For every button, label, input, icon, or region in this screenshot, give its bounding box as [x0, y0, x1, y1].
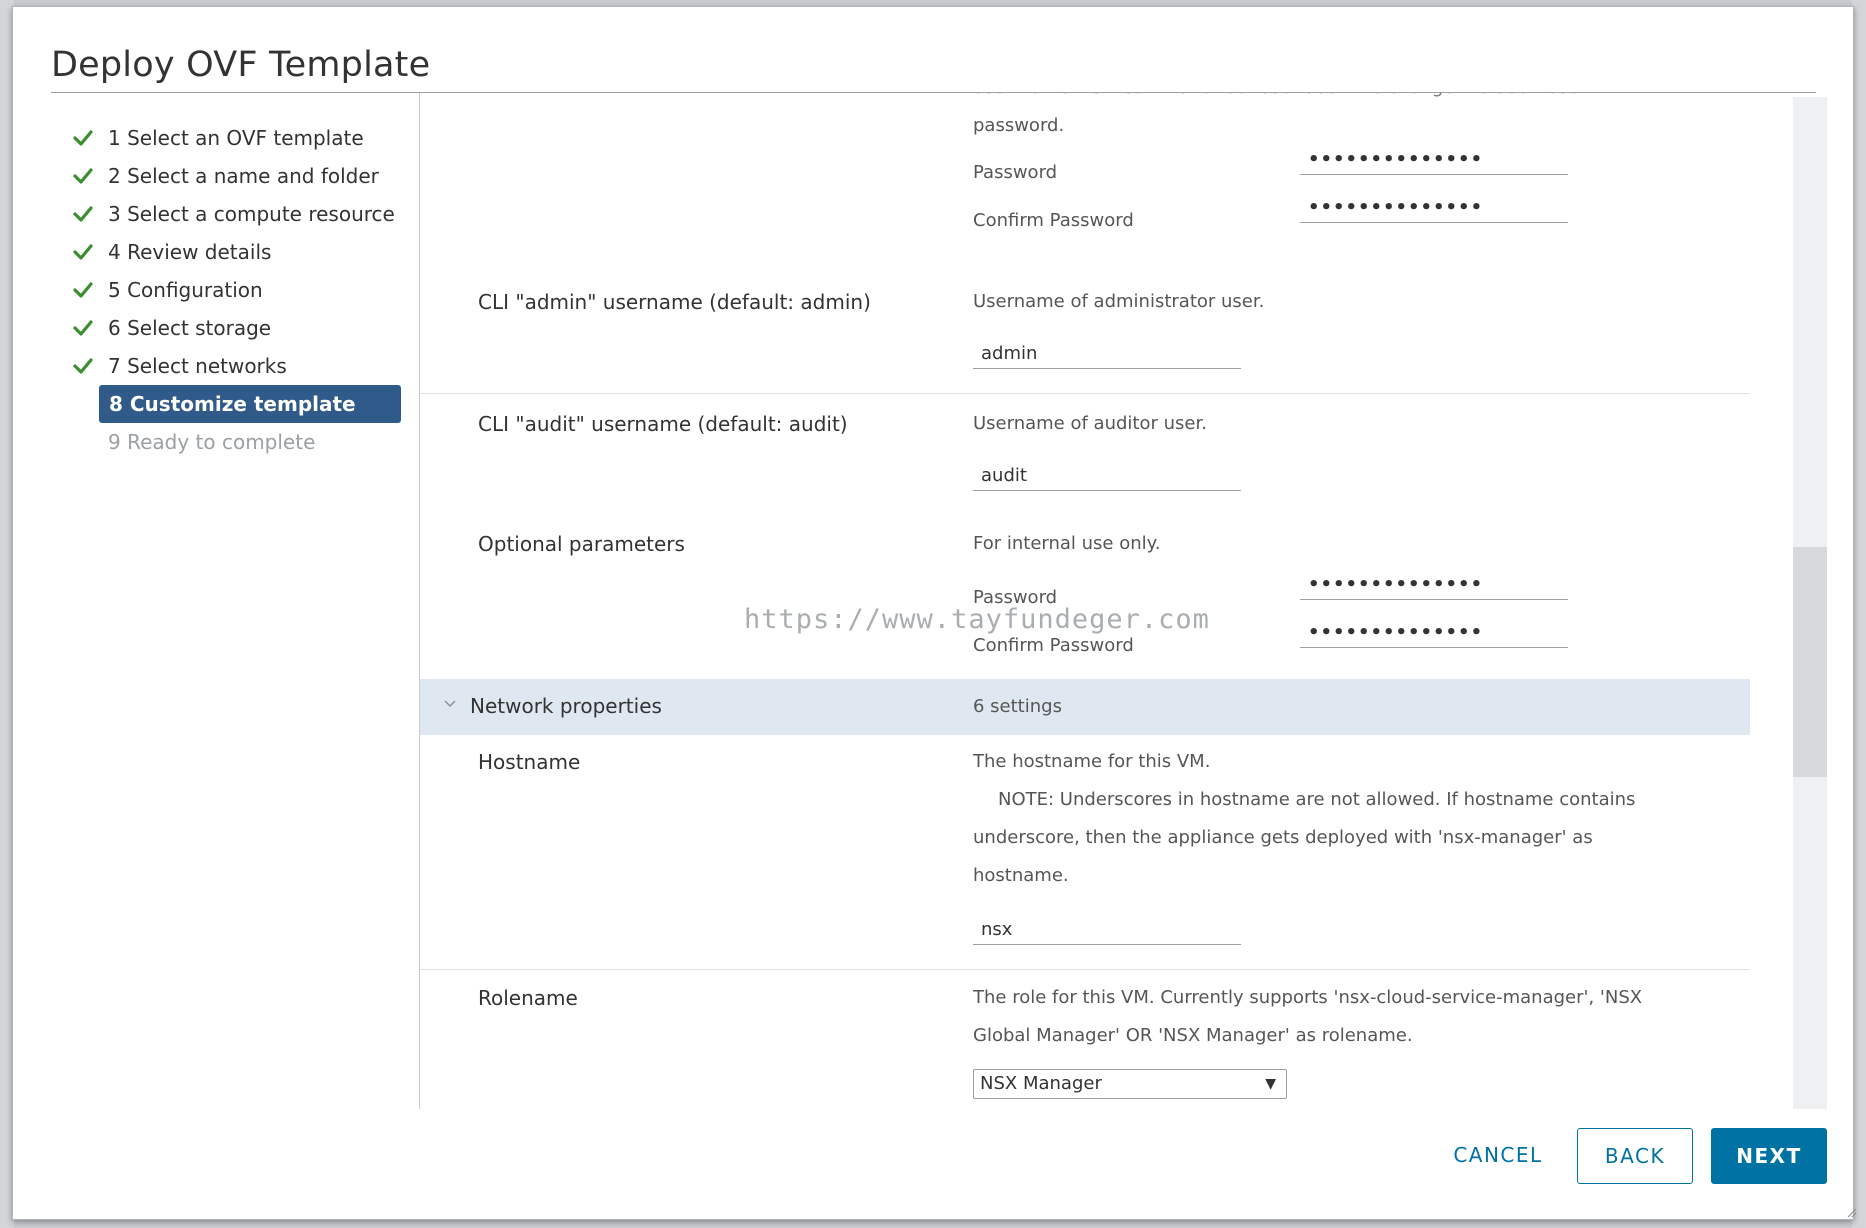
step-6[interactable]: 6 Select storage	[63, 309, 403, 347]
cli-admin-label: CLI "admin" username (default: admin)	[478, 290, 871, 314]
optional-params-desc: For internal use only.	[973, 533, 1161, 554]
customize-template-pane[interactable]: use the NSX CLI command "set user audit"…	[419, 93, 1768, 1109]
cancel-button[interactable]: CANCEL	[1433, 1128, 1563, 1184]
deploy-ovf-dialog: Deploy OVF Template 1 Select an OVF temp…	[12, 6, 1857, 1222]
step-3[interactable]: 3 Select a compute resource	[63, 195, 403, 233]
resize-handle-icon[interactable]	[1845, 1203, 1857, 1222]
step-label: 1 Select an OVF template	[108, 126, 364, 150]
audit-confirm-input[interactable]: ••••••••••••••	[1300, 193, 1568, 223]
row-divider	[420, 969, 1750, 970]
hostname-label: Hostname	[478, 750, 581, 774]
rolename-desc-line1: The role for this VM. Currently supports…	[973, 987, 1643, 1008]
section-title: Network properties	[470, 694, 662, 718]
step-1[interactable]: 1 Select an OVF template	[63, 119, 403, 157]
hostname-desc-line2: NOTE: Underscores in hostname are not al…	[998, 789, 1636, 810]
step-label: 6 Select storage	[108, 316, 272, 340]
audit-confirm-label: Confirm Password	[973, 210, 1134, 231]
rolename-selected-value: NSX Manager	[980, 1073, 1102, 1094]
step-label: 2 Select a name and folder	[108, 164, 379, 188]
rolename-desc-line2: Global Manager' OR 'NSX Manager' as role…	[973, 1025, 1413, 1046]
check-icon	[73, 195, 95, 233]
check-icon	[73, 233, 95, 271]
back-button[interactable]: BACK	[1577, 1128, 1693, 1184]
hostname-desc-line3: underscore, then the appliance gets depl…	[973, 827, 1593, 848]
check-icon	[73, 347, 95, 385]
step-label: 4 Review details	[108, 240, 272, 264]
step-5[interactable]: 5 Configuration	[63, 271, 403, 309]
optional-confirm-input[interactable]: ••••••••••••••	[1300, 618, 1568, 648]
step-label: 7 Select networks	[108, 354, 287, 378]
step-9: 9 Ready to complete	[63, 423, 403, 461]
cli-audit-label: CLI "audit" username (default: audit)	[478, 412, 848, 436]
optional-password-input[interactable]: ••••••••••••••	[1300, 570, 1568, 600]
step-label: 3 Select a compute resource	[108, 202, 395, 226]
optional-confirm-label: Confirm Password	[973, 635, 1134, 656]
audit-password-desc-line1: use the NSX CLI command "set user audit"…	[973, 93, 1733, 107]
cli-audit-desc: Username of auditor user.	[973, 413, 1207, 434]
step-4[interactable]: 4 Review details	[63, 233, 403, 271]
dialog-title: Deploy OVF Template	[51, 45, 431, 85]
chevron-down-icon	[442, 695, 458, 715]
section-settings-count: 6 settings	[973, 696, 1062, 717]
cli-admin-desc: Username of administrator user.	[973, 291, 1265, 312]
optional-params-label: Optional parameters	[478, 532, 685, 556]
rolename-select[interactable]: NSX Manager ▼	[973, 1069, 1287, 1099]
next-button[interactable]: NEXT	[1711, 1128, 1827, 1184]
step-8-active[interactable]: 8 Customize template	[99, 385, 401, 423]
step-2[interactable]: 2 Select a name and folder	[63, 157, 403, 195]
hostname-desc-line4: hostname.	[973, 865, 1069, 886]
scrollbar-thumb[interactable]	[1793, 547, 1827, 777]
cli-audit-input[interactable]: audit	[973, 461, 1241, 491]
step-label: 8 Customize template	[109, 392, 356, 416]
check-icon	[73, 119, 95, 157]
hostname-desc-line1: The hostname for this VM.	[973, 751, 1211, 772]
audit-password-input[interactable]: ••••••••••••••	[1300, 145, 1568, 175]
check-icon	[73, 309, 95, 347]
hostname-input[interactable]: nsx	[973, 915, 1241, 945]
row-divider	[420, 393, 1750, 394]
background-window-right	[1852, 0, 1866, 1228]
audit-password-label: Password	[973, 162, 1058, 183]
watermark-text: https://www.tayfundeger.com	[744, 604, 1210, 635]
step-7[interactable]: 7 Select networks	[63, 347, 403, 385]
network-properties-header[interactable]: Network properties 6 settings	[420, 679, 1750, 735]
check-icon	[73, 271, 95, 309]
step-label: 9 Ready to complete	[108, 430, 316, 454]
cli-admin-input[interactable]: admin	[973, 339, 1241, 369]
audit-password-desc-line2: password.	[973, 115, 1065, 136]
dropdown-arrow-icon: ▼	[1265, 1076, 1276, 1092]
rolename-label: Rolename	[478, 986, 578, 1010]
check-icon	[73, 157, 95, 195]
step-label: 5 Configuration	[108, 278, 263, 302]
